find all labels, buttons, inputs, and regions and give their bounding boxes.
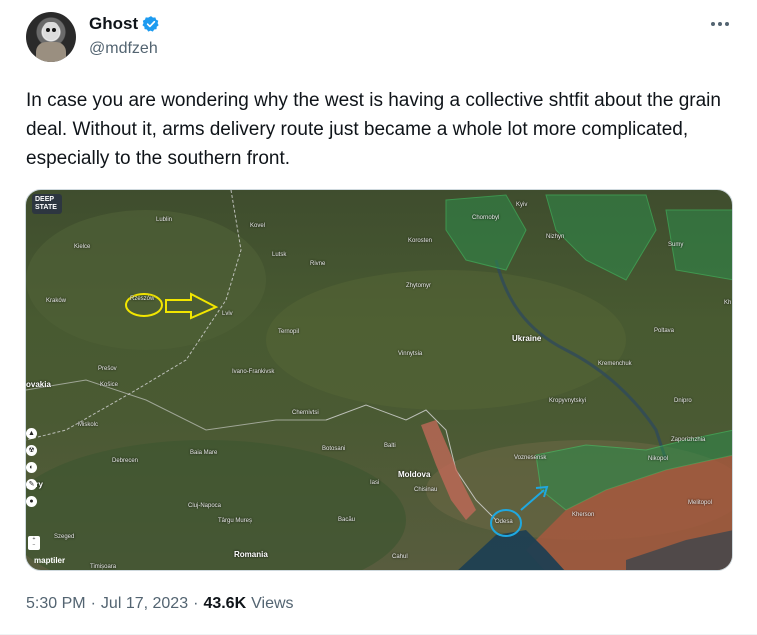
map-label: Dnipro xyxy=(674,398,692,404)
more-dot-icon xyxy=(711,22,715,26)
tweet-date[interactable]: Jul 17, 2023 xyxy=(101,595,188,613)
tweet-meta: 5:30 PM · Jul 17, 2023 · 43.6K Views xyxy=(26,595,294,613)
map-label: Kielce xyxy=(74,244,91,250)
map-label: Miskolc xyxy=(78,422,99,428)
map-label: Košice xyxy=(100,382,119,388)
map-label-country: ovakia xyxy=(26,380,51,389)
tweet-text: In case you are wondering why the west i… xyxy=(26,90,721,169)
more-options-button[interactable] xyxy=(708,14,732,34)
info-tool-icon[interactable]: ● xyxy=(26,496,37,507)
views-count: 43.6K xyxy=(203,595,247,612)
tweet-time[interactable]: 5:30 PM xyxy=(26,595,86,613)
map-label: Timișoara xyxy=(90,564,117,570)
author-name-row[interactable]: Ghost xyxy=(89,14,160,34)
map-label: Chornobyl xyxy=(472,215,500,221)
map-toolbar: ▲ ☢ ◐ ✎ ● xyxy=(26,428,38,507)
map-label: Lviv xyxy=(222,311,233,317)
map-label: Ternopil xyxy=(278,329,300,335)
map-label: Ivano-Frankivsk xyxy=(232,369,275,375)
author-handle[interactable]: @mdfzeh xyxy=(89,40,158,58)
map-label: Szeged xyxy=(54,534,75,540)
map-label: Bacău xyxy=(338,517,356,523)
radiation-tool-icon[interactable]: ☢ xyxy=(26,445,37,456)
arrow-tool-icon[interactable]: ▲ xyxy=(26,428,37,439)
views-label: Views xyxy=(251,595,294,612)
map-label: Voznesensk xyxy=(514,455,547,461)
map-label: Vinnytsia xyxy=(398,351,423,357)
map-label: Chernivtsi xyxy=(292,410,319,416)
map-label: Nizhyn xyxy=(546,234,565,240)
zoom-control[interactable]: + − xyxy=(28,536,40,550)
map-label: Kh xyxy=(724,300,732,306)
map-label-country: Ukraine xyxy=(512,334,542,343)
map-label: Kherson xyxy=(572,512,595,518)
avatar[interactable] xyxy=(26,12,76,62)
more-dot-icon xyxy=(725,22,729,26)
map-label: Korosten xyxy=(408,238,433,244)
deep-state-badge: DEEP STATE xyxy=(32,194,62,214)
map-label: Iasi xyxy=(370,480,380,486)
map-label: Cahul xyxy=(392,554,408,560)
measure-tool-icon[interactable]: ◐ xyxy=(26,462,37,473)
map-label: Rivne xyxy=(310,261,326,267)
maptiler-attribution: maptiler xyxy=(34,556,66,565)
map-label: Lublin xyxy=(156,217,173,223)
map-label: Nikopol xyxy=(648,456,669,462)
verified-badge-icon xyxy=(142,16,159,32)
map-label: Lutsk xyxy=(272,252,287,258)
map-label: Prešov xyxy=(98,366,117,372)
map-label-country: Romania xyxy=(234,550,268,559)
tweet-media-map[interactable]: DEEP STATE Lublin Kielce Kraków Rzeszów … xyxy=(25,189,733,571)
map-label: Chisinau xyxy=(414,487,438,493)
map-label: Kovel xyxy=(250,223,266,229)
map-label: Rzeszów xyxy=(130,296,155,302)
map-label: Melitopol xyxy=(688,500,713,506)
map-graphic xyxy=(26,190,732,570)
pen-tool-icon[interactable]: ✎ xyxy=(26,479,37,490)
map-label: Kraków xyxy=(46,298,67,304)
map-label: Sumy xyxy=(668,242,684,248)
map-label: Debrecen xyxy=(112,458,139,464)
map-label-country: Moldova xyxy=(398,470,431,479)
map-label: Kropyvnytskyi xyxy=(549,398,587,404)
meta-separator: · xyxy=(90,595,96,612)
tweet: Ghost @mdfzeh In case you are wondering … xyxy=(0,0,757,635)
author-name[interactable]: Ghost xyxy=(89,14,138,34)
map-label: Balti xyxy=(384,443,396,449)
map-label: Târgu Mureș xyxy=(218,518,253,524)
map-label: Baia Mare xyxy=(190,450,218,456)
map-label: Botosani xyxy=(322,446,346,452)
map-label: Zaporizhzhia xyxy=(671,437,706,443)
map-label: Odesa xyxy=(495,519,513,525)
map-label: Zhytomyr xyxy=(406,283,432,289)
map-label: Poltava xyxy=(654,328,675,334)
map-label: Kremenchuk xyxy=(598,361,632,367)
map-label: Kyiv xyxy=(516,202,528,208)
more-dot-icon xyxy=(718,22,722,26)
map-label: Cluj-Napoca xyxy=(188,503,222,509)
meta-separator: · xyxy=(193,595,199,612)
